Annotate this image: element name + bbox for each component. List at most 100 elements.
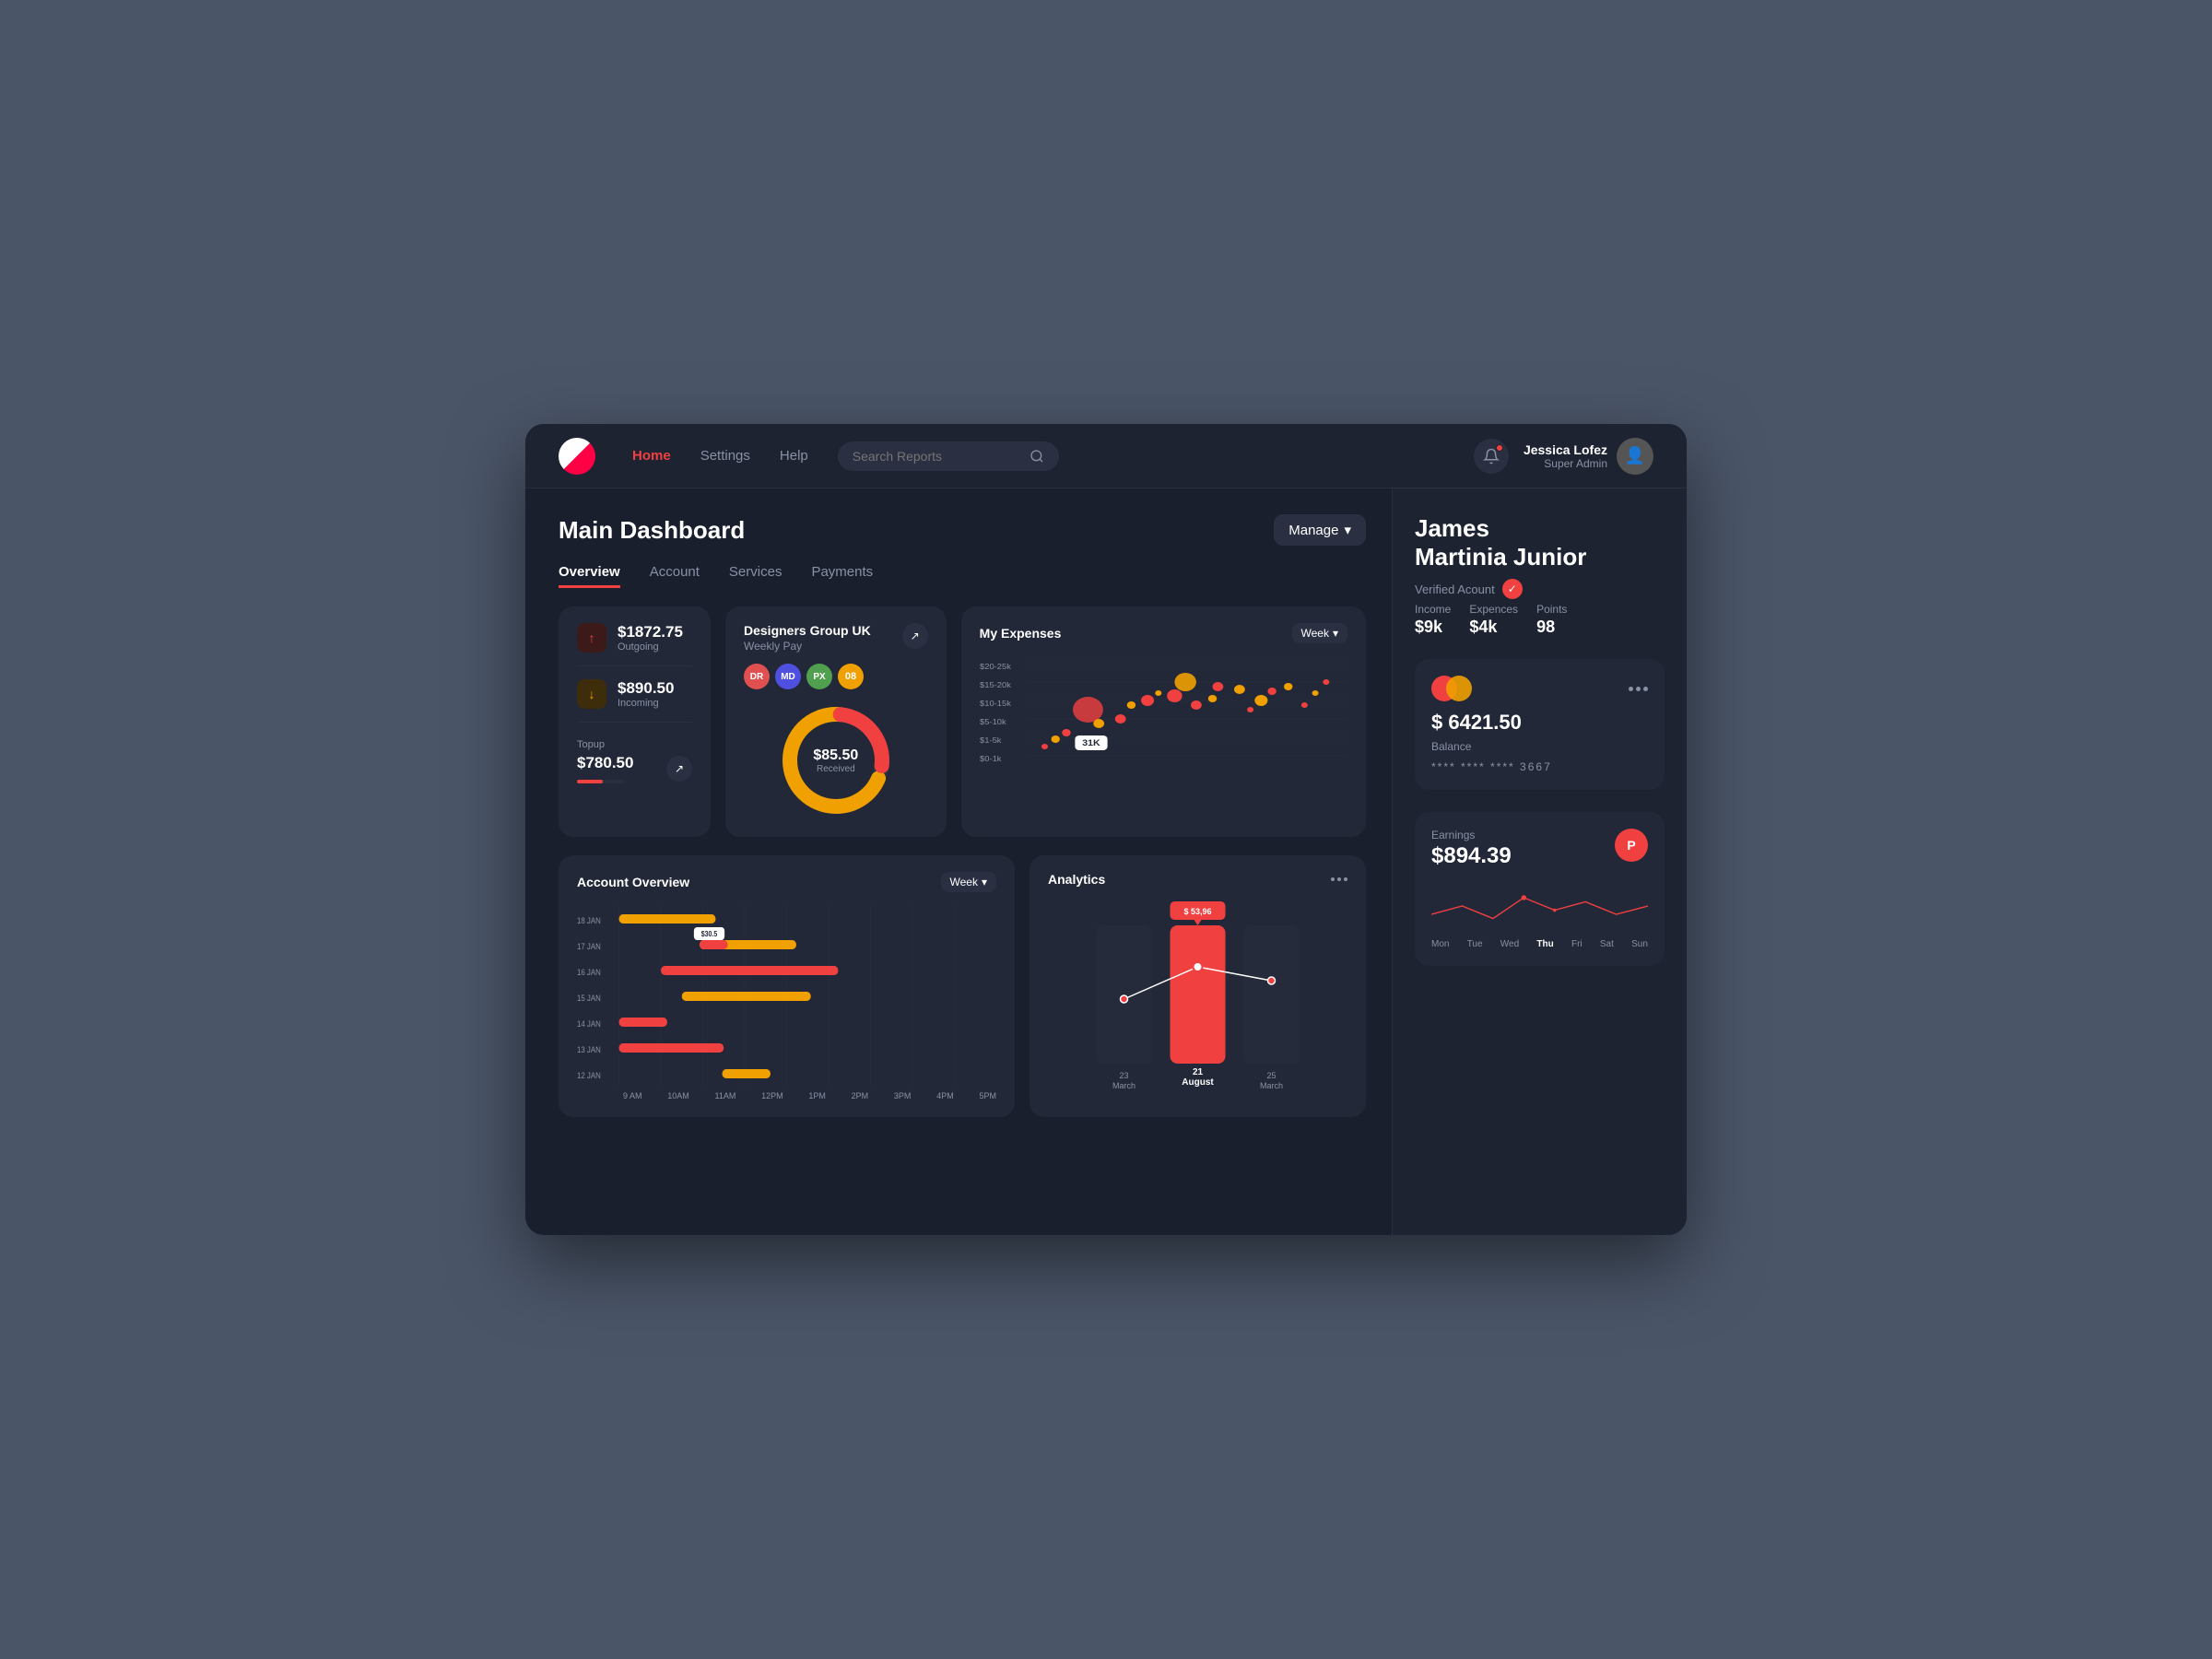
- earnings-amount: $894.39: [1431, 843, 1512, 869]
- card-number: **** **** **** 3667: [1431, 760, 1648, 773]
- time-label-1pm: 1PM: [808, 1091, 826, 1100]
- analytics-chart-area: $ 53,96 23 March 21: [1048, 898, 1347, 1082]
- svg-text:$15-20k: $15-20k: [980, 681, 1012, 689]
- day-wed: Wed: [1500, 939, 1519, 949]
- svg-text:13 JAN: 13 JAN: [577, 1044, 601, 1054]
- manage-button[interactable]: Manage ▾: [1274, 514, 1366, 546]
- search-bar[interactable]: [838, 441, 1059, 471]
- analytics-menu-button[interactable]: [1331, 877, 1347, 881]
- dot2: [1636, 687, 1641, 691]
- topup-section: Topup $780.50 ↗: [577, 735, 692, 783]
- expenses-scatter-chart: $20-25k $15-20k $10-15k $5-10k $1-5k $0-…: [980, 654, 1347, 783]
- verified-badge: ✓: [1502, 579, 1523, 599]
- earnings-line-chart: [1431, 878, 1648, 934]
- up-icon: ↑: [577, 623, 606, 653]
- balance-amount: $ 6421.50: [1431, 711, 1648, 735]
- app-container: Home Settings Help Jessica Lofez Super A…: [525, 424, 1687, 1235]
- main-body: Main Dashboard Manage ▾ Overview Account…: [525, 488, 1687, 1235]
- notification-dot: [1496, 444, 1503, 452]
- top-cards-row: ↑ $1872.75 Outgoing ↓ $890.50 Incoming: [559, 606, 1366, 837]
- financial-summary-card: ↑ $1872.75 Outgoing ↓ $890.50 Incoming: [559, 606, 711, 837]
- svg-text:March: March: [1260, 1081, 1283, 1090]
- chevron-down-icon: ▾: [1344, 522, 1351, 538]
- expenses-card: My Expenses Week ▾ $20-25k $15-20k $10-1…: [961, 606, 1366, 837]
- avatar-dr: DR: [744, 664, 770, 689]
- time-label-10am: 10AM: [667, 1091, 689, 1100]
- user-name: Jessica Lofez: [1524, 442, 1607, 457]
- incoming-label: Incoming: [618, 698, 674, 709]
- svg-text:14 JAN: 14 JAN: [577, 1018, 601, 1029]
- analytics-header: Analytics: [1048, 872, 1347, 887]
- designers-title: Designers Group UK: [744, 623, 871, 638]
- earnings-header: Earnings $894.39 P: [1431, 829, 1648, 869]
- svg-text:$ 53,96: $ 53,96: [1183, 907, 1211, 916]
- svg-text:$10-15k: $10-15k: [980, 700, 1012, 708]
- svg-text:$1-5k: $1-5k: [980, 736, 1002, 745]
- time-label-2pm: 2PM: [852, 1091, 869, 1100]
- divider: [577, 665, 692, 666]
- profile-name: James Martinia Junior: [1415, 514, 1665, 571]
- day-thu: Thu: [1536, 939, 1553, 949]
- dot2: [1337, 877, 1341, 881]
- logo-icon[interactable]: [559, 438, 595, 475]
- mastercard-icon: [1431, 676, 1472, 701]
- analytics-title: Analytics: [1048, 872, 1105, 887]
- tab-account[interactable]: Account: [650, 564, 700, 588]
- avatar[interactable]: 👤: [1617, 438, 1653, 475]
- time-label-3pm: 3PM: [894, 1091, 912, 1100]
- tab-payments[interactable]: Payments: [811, 564, 873, 588]
- gantt-chart: 18 JAN 17 JAN 16 JAN 15 JAN 14 JAN 13 JA…: [577, 903, 996, 1088]
- analytics-card: Analytics: [1030, 855, 1366, 1117]
- dot3: [1344, 877, 1347, 881]
- svg-text:August: August: [1182, 1077, 1214, 1088]
- notifications-button[interactable]: [1474, 439, 1509, 474]
- dot3: [1643, 687, 1648, 691]
- nav-home[interactable]: Home: [632, 448, 671, 464]
- day-sat: Sat: [1600, 939, 1614, 949]
- donut-label: Received: [813, 764, 858, 774]
- down-icon: ↓: [577, 679, 606, 709]
- expenses-title: My Expenses: [980, 626, 1062, 641]
- svg-text:$20-25k: $20-25k: [980, 663, 1012, 671]
- card-menu-button[interactable]: [1629, 687, 1648, 691]
- tab-overview[interactable]: Overview: [559, 564, 620, 588]
- verified-text: Verified Acount: [1415, 582, 1495, 596]
- chevron-icon: ▾: [1333, 627, 1338, 640]
- expenses-stat: Expences $4k: [1469, 603, 1518, 637]
- tab-services[interactable]: Services: [729, 564, 782, 588]
- outgoing-item: ↑ $1872.75 Outgoing: [577, 623, 692, 653]
- expenses-header: My Expenses Week ▾: [980, 623, 1347, 643]
- designers-arrow-button[interactable]: ↗: [902, 623, 928, 649]
- time-label-4pm: 4PM: [936, 1091, 954, 1100]
- svg-text:15 JAN: 15 JAN: [577, 993, 601, 1003]
- svg-text:17 JAN: 17 JAN: [577, 941, 601, 951]
- outgoing-amount: $1872.75: [618, 623, 683, 641]
- svg-text:31K: 31K: [1082, 739, 1100, 748]
- user-info: Jessica Lofez Super Admin 👤: [1524, 438, 1653, 475]
- nav-help[interactable]: Help: [780, 448, 808, 464]
- donut-amount: $85.50: [813, 747, 858, 764]
- account-week-selector[interactable]: Week ▾: [941, 872, 997, 892]
- account-overview-header: Account Overview Week ▾: [577, 872, 996, 892]
- day-fri: Fri: [1571, 939, 1583, 949]
- income-stat: Income $9k: [1415, 603, 1451, 637]
- nav-settings[interactable]: Settings: [700, 448, 750, 464]
- divider2: [577, 722, 692, 723]
- search-input[interactable]: [853, 449, 1020, 464]
- earnings-chart: [1431, 878, 1648, 934]
- topup-amount: $780.50: [577, 754, 633, 772]
- svg-text:$5-10k: $5-10k: [980, 718, 1006, 726]
- user-text: Jessica Lofez Super Admin: [1524, 442, 1607, 470]
- day-tue: Tue: [1467, 939, 1483, 949]
- topup-label: Topup: [577, 739, 692, 750]
- dot1: [1331, 877, 1335, 881]
- time-label-5pm: 5PM: [979, 1091, 996, 1100]
- topup-arrow-button[interactable]: ↗: [666, 756, 692, 782]
- points-stat: Points 98: [1536, 603, 1567, 637]
- avatar-count: 08: [838, 664, 864, 689]
- topup-progress-bar: [577, 780, 624, 783]
- top-navigation: Home Settings Help Jessica Lofez Super A…: [525, 424, 1687, 488]
- week-selector[interactable]: Week ▾: [1292, 623, 1348, 643]
- balance-label: Balance: [1431, 740, 1648, 753]
- profile-stats: Income $9k Expences $4k Points 98: [1415, 603, 1665, 637]
